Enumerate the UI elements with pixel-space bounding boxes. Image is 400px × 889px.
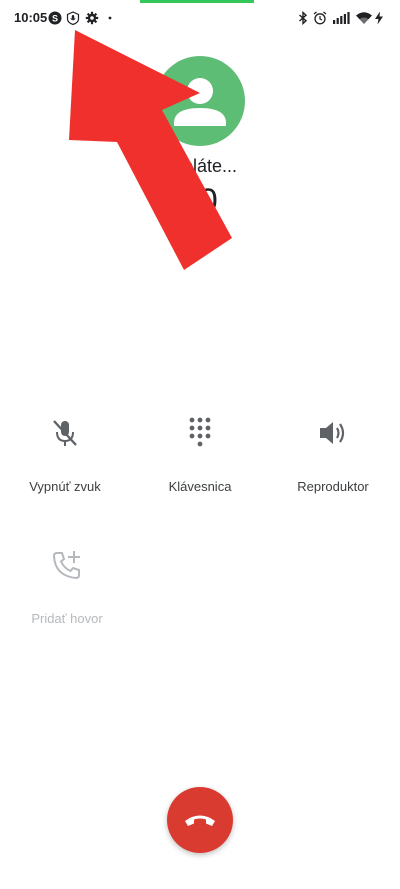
status-time: 10:05 — [14, 10, 48, 25]
person-icon — [174, 78, 226, 126]
contact-avatar — [155, 56, 245, 146]
add-call-button[interactable]: Pridať hovor — [2, 545, 132, 655]
charging-icon — [374, 11, 384, 25]
shield-mic-icon — [66, 11, 80, 25]
call-status-text: ypláte... — [174, 156, 238, 176]
wifi-icon — [355, 11, 373, 25]
bluetooth-icon — [296, 11, 310, 25]
dialpad-icon — [180, 413, 220, 453]
add-call-icon — [47, 545, 87, 585]
skype-icon: S — [48, 11, 62, 25]
end-call-button[interactable] — [167, 787, 233, 853]
signal-icon — [332, 11, 350, 25]
annotation-arrow — [69, 30, 232, 270]
status-bar: 10:05 S — [0, 8, 400, 28]
speaker-button[interactable]: Reproduktor — [268, 413, 398, 523]
keypad-label: Klávesnica — [168, 479, 232, 494]
mute-button[interactable]: Vypnúť zvuk — [0, 413, 130, 523]
svg-text:S: S — [52, 14, 58, 24]
speaker-label: Reproduktor — [297, 479, 369, 494]
top-progress-bar — [140, 0, 254, 3]
volume-up-icon — [313, 413, 353, 453]
keypad-button[interactable]: Klávesnica — [135, 413, 265, 523]
dot-icon — [103, 11, 117, 25]
mute-label: Vypnúť zvuk — [29, 479, 101, 494]
mic-off-icon — [45, 413, 85, 453]
call-end-icon — [185, 815, 215, 826]
caller-number: 50 — [180, 182, 218, 220]
gear-icon — [85, 11, 99, 25]
alarm-icon — [313, 11, 327, 25]
add-call-label: Pridať hovor — [31, 611, 103, 626]
